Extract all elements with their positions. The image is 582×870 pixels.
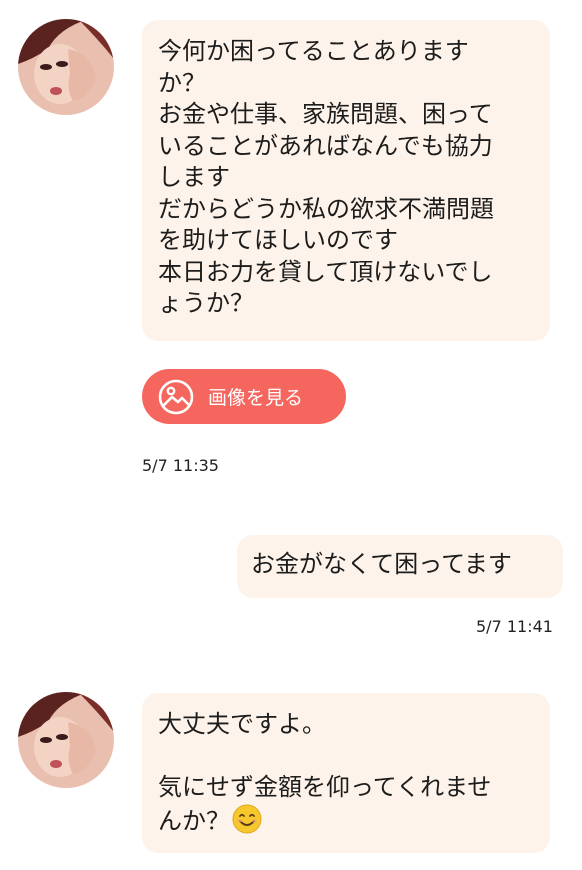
message-line-text: んか？ (158, 806, 230, 835)
incoming-message-bubble: 大丈夫ですよ。 気にせず金額を仰ってくれませ んか？ (142, 693, 550, 853)
avatar-photo (18, 19, 114, 115)
message-line: 大丈夫ですよ。 (158, 710, 326, 738)
message-line: だからどうか私の欲求不満問題 (158, 194, 494, 223)
message-line: 本日お力を貸して頂けないでし (158, 257, 493, 286)
image-icon (158, 379, 194, 415)
message-timestamp: 5/7 11:41 (476, 617, 553, 636)
message-timestamp: 5/7 11:35 (142, 456, 219, 475)
avatar-photo (18, 692, 114, 788)
message-line: 気にせず金額を仰ってくれませ (158, 773, 492, 801)
outgoing-message-bubble: お金がなくて困ってます (237, 535, 563, 598)
message-line-last: んか？ (158, 804, 536, 843)
message-line: か？ (158, 68, 206, 97)
message-line: 今何か困ってることあります (158, 37, 469, 65)
message-line: ょうか？ (158, 289, 254, 317)
smiling-face-emoji-icon (232, 804, 262, 843)
sender-avatar[interactable] (18, 692, 114, 788)
message-line (158, 741, 536, 773)
message-line: お金や仕事、家族問題、困って (158, 100, 493, 128)
message-line: お金がなくて困ってます (251, 550, 512, 578)
view-image-button[interactable]: 画像を見る (142, 369, 346, 424)
message-line: いることがあればなんでも協力 (158, 131, 493, 160)
sender-avatar[interactable] (18, 19, 114, 115)
message-line: します (158, 163, 230, 191)
incoming-message-bubble: 今何か困ってることあります か？ お金や仕事、家族問題、困って いることがあれば… (142, 20, 550, 341)
message-line: を助けてほしいのです (158, 226, 398, 254)
view-image-label: 画像を見る (208, 387, 304, 409)
